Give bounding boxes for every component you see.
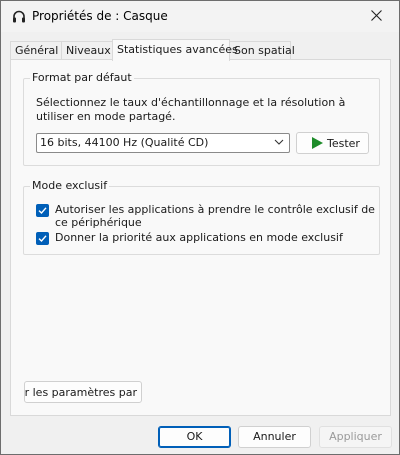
exclusive-priority-option[interactable]: Donner la priorité aux applications en m…: [36, 231, 377, 245]
title-bar: Propriétés de : Casque: [1, 1, 399, 32]
format-dropdown-value: 16 bits, 44100 Hz (Qualité CD): [40, 136, 209, 149]
window-title: Propriétés de : Casque: [32, 9, 168, 23]
tab-spatial-sound[interactable]: Son spatial: [229, 41, 295, 60]
ok-button[interactable]: OK: [158, 426, 231, 448]
close-button[interactable]: [353, 1, 399, 32]
exclusive-control-option[interactable]: Autoriser les applications à prendre le …: [36, 203, 377, 229]
tab-strip: Général Niveaux Statistiques avancées So…: [10, 39, 390, 61]
exclusive-priority-checkbox[interactable]: [36, 232, 49, 245]
tab-general[interactable]: Général: [10, 41, 62, 60]
cancel-button[interactable]: Annuler: [238, 426, 311, 448]
default-format-label: Format par défaut: [30, 71, 134, 84]
close-icon: [370, 9, 382, 24]
exclusive-control-label: Autoriser les applications à prendre le …: [55, 203, 375, 229]
format-dropdown[interactable]: 16 bits, 44100 Hz (Qualité CD): [36, 133, 290, 153]
restore-defaults-button[interactable]: rer les paramètres par: [24, 381, 142, 403]
test-button[interactable]: Tester: [296, 132, 369, 154]
checkmark-icon: [38, 235, 47, 243]
test-button-label: Tester: [327, 137, 360, 150]
default-format-group: Format par défaut Sélectionnez le taux d…: [23, 71, 380, 166]
apply-button[interactable]: Appliquer: [319, 426, 392, 448]
chevron-down-icon: [274, 137, 284, 150]
tab-levels[interactable]: Niveaux: [61, 41, 113, 60]
exclusive-mode-group: Mode exclusif Autoriser les applications…: [23, 179, 380, 255]
headphones-icon: [11, 9, 27, 25]
properties-dialog: Propriétés de : Casque Général Niveaux S…: [0, 0, 400, 455]
exclusive-mode-label: Mode exclusif: [30, 179, 110, 192]
exclusive-control-checkbox[interactable]: [36, 204, 49, 217]
tab-panel: Format par défaut Sélectionnez le taux d…: [10, 59, 391, 416]
tab-advanced[interactable]: Statistiques avancées: [112, 39, 238, 61]
format-description: Sélectionnez le taux d'échantillonnage e…: [36, 96, 346, 123]
exclusive-priority-label: Donner la priorité aux applications en m…: [55, 231, 343, 244]
restore-defaults-label: rer les paramètres par: [24, 386, 137, 399]
checkmark-icon: [38, 207, 47, 215]
play-icon: [311, 137, 323, 152]
